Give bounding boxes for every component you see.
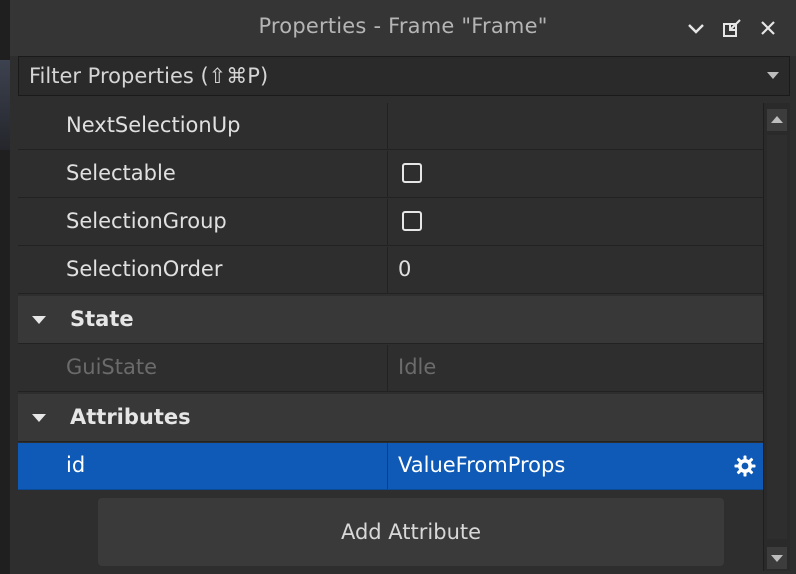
scroll-up-arrow-icon[interactable] (767, 109, 787, 131)
chevron-down-icon[interactable] (684, 16, 708, 40)
property-row-selectionorder[interactable]: SelectionOrder 0 (18, 247, 763, 294)
scroll-down-arrow-icon[interactable] (767, 547, 787, 569)
dock-icon[interactable] (720, 16, 744, 40)
column-divider (387, 151, 388, 197)
property-name: GuiState (66, 355, 158, 379)
property-value[interactable]: 0 (398, 257, 411, 281)
selectable-checkbox[interactable] (402, 163, 422, 183)
gear-icon[interactable] (733, 454, 757, 478)
filter-properties-input[interactable]: Filter Properties (⇧⌘P) (18, 56, 790, 96)
property-row-guistate: GuiState Idle (18, 345, 763, 392)
column-divider (387, 199, 388, 245)
attribute-row-id[interactable]: id ValueFromProps (18, 443, 763, 490)
column-divider (387, 247, 388, 293)
column-divider (387, 345, 388, 391)
group-label: Attributes (70, 405, 191, 429)
vertical-scrollbar[interactable] (763, 103, 790, 571)
property-name: Selectable (66, 161, 176, 185)
group-label: State (70, 307, 134, 331)
property-name: NextSelectionUp (66, 113, 241, 137)
selectiongroup-checkbox[interactable] (402, 211, 422, 231)
property-row-nextselectionup[interactable]: NextSelectionUp (18, 103, 763, 150)
collapse-triangle-icon[interactable] (32, 414, 46, 422)
group-header-attributes[interactable]: Attributes (18, 394, 763, 442)
close-icon[interactable] (756, 16, 780, 40)
add-attribute-button[interactable]: Add Attribute (98, 498, 724, 566)
collapse-triangle-icon[interactable] (32, 316, 46, 324)
background-decor (0, 60, 10, 150)
window-title: Properties - Frame "Frame" (258, 14, 548, 38)
property-name: SelectionOrder (66, 257, 223, 281)
scroll-track[interactable] (767, 135, 787, 539)
column-divider (387, 103, 388, 149)
properties-list: NextSelectionUp Selectable SelectionGrou… (18, 103, 763, 571)
group-header-state[interactable]: State (18, 296, 763, 344)
attribute-name: id (66, 453, 86, 477)
column-divider (387, 443, 388, 489)
filter-placeholder: Filter Properties (⇧⌘P) (29, 64, 269, 88)
filter-dropdown-arrow-icon[interactable] (767, 72, 779, 79)
property-name: SelectionGroup (66, 209, 227, 233)
attribute-value[interactable]: ValueFromProps (398, 453, 565, 477)
titlebar: Properties - Frame "Frame" (10, 0, 796, 56)
properties-window: Properties - Frame "Frame" Filter Proper… (0, 0, 796, 574)
background-edge (0, 0, 10, 574)
property-value: Idle (398, 355, 437, 379)
property-row-selectable[interactable]: Selectable (18, 151, 763, 198)
property-row-selectiongroup[interactable]: SelectionGroup (18, 199, 763, 246)
